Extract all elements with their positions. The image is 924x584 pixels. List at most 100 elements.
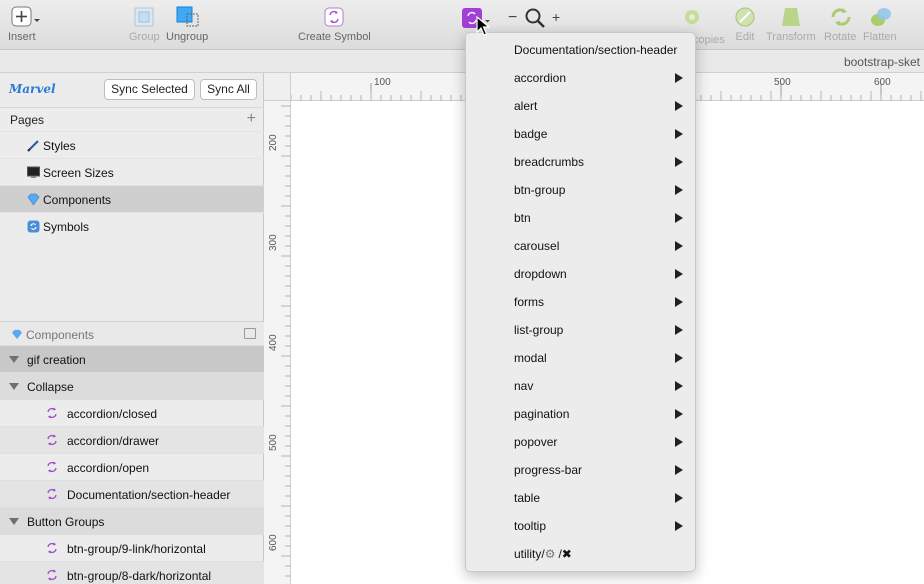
flatten-tool[interactable]: Flatten — [863, 6, 897, 43]
menu-item-label: nav — [514, 379, 534, 393]
pencil-icon — [27, 139, 40, 152]
menu-item[interactable]: pagination — [466, 400, 695, 428]
menu-item[interactable]: popover — [466, 428, 695, 456]
layer-group[interactable]: Button Groups — [0, 507, 264, 534]
flatten-icon — [869, 6, 891, 28]
ruler-label: 300 — [268, 234, 279, 251]
menu-item[interactable]: btn-group — [466, 176, 695, 204]
marvel-sync-row: Marvel Sync Selected Sync All — [0, 73, 264, 105]
disclosure-triangle-icon[interactable] — [9, 383, 19, 390]
menu-item-label: alert — [514, 99, 538, 113]
edit-icon — [734, 6, 756, 28]
add-page-icon[interactable]: + — [247, 110, 256, 128]
menu-item[interactable]: tooltip — [466, 512, 695, 540]
page-item-screen-sizes[interactable]: Screen Sizes — [0, 158, 264, 185]
disclosure-triangle-icon[interactable] — [9, 518, 19, 525]
submenu-arrow-icon — [675, 129, 683, 139]
ruler-label: 100 — [374, 77, 391, 88]
page-item-styles[interactable]: Styles — [0, 131, 264, 158]
transform-label: Transform — [766, 31, 816, 43]
layer-symbol[interactable]: accordion/open — [0, 453, 264, 480]
layer-group[interactable]: gif creation — [0, 345, 264, 372]
create-symbol-label: Create Symbol — [298, 31, 371, 43]
copies-tool[interactable]: copies — [681, 6, 725, 46]
disclosure-triangle-icon[interactable] — [9, 356, 19, 363]
create-symbol-tool[interactable]: Create Symbol — [298, 6, 371, 43]
menu-item[interactable]: carousel — [466, 232, 695, 260]
menu-item[interactable]: forms — [466, 288, 695, 316]
submenu-arrow-icon — [675, 381, 683, 391]
submenu-arrow-icon — [675, 241, 683, 251]
monitor-icon — [27, 166, 40, 179]
group-label: Group — [129, 31, 160, 43]
menu-item[interactable]: badge — [466, 120, 695, 148]
cross-icon: ✖ — [561, 547, 572, 561]
menu-item[interactable]: table — [466, 484, 695, 512]
toolbar: Insert Group Ungroup Create Symbol S − + — [0, 0, 924, 50]
layers-title: Components — [26, 328, 95, 342]
group-tool[interactable]: Group — [129, 6, 160, 43]
layer-label: btn-group/9-link/horizontal — [67, 542, 206, 556]
menu-item-label: table — [514, 491, 541, 505]
gem-icon — [11, 329, 23, 343]
ruler-label: 400 — [268, 334, 279, 351]
create-symbol-icon — [323, 6, 345, 28]
layer-label: btn-group/8-dark/horizontal — [67, 569, 212, 583]
layer-symbol[interactable]: Documentation/section-header — [0, 480, 264, 507]
document-title: bootstrap-sket — [843, 55, 920, 69]
symbol-instance-icon — [45, 406, 59, 420]
page-label: Symbols — [43, 220, 90, 234]
layer-symbol[interactable]: accordion/closed — [0, 399, 264, 426]
ungroup-tool[interactable]: Ungroup — [166, 6, 208, 43]
menu-item-label: progress-bar — [514, 463, 583, 477]
rotate-tool[interactable]: Rotate — [824, 6, 856, 43]
menu-item-utility[interactable]: utility/⚙/✖ — [466, 540, 695, 568]
menu-item[interactable]: nav — [466, 372, 695, 400]
transform-tool[interactable]: Transform — [766, 6, 816, 43]
edit-tool[interactable]: Edit — [734, 6, 756, 43]
menu-item[interactable]: modal — [466, 344, 695, 372]
symbol-instance-icon — [45, 487, 59, 501]
zoom-plus-label: + — [552, 9, 561, 25]
zoom-in-button[interactable]: + — [552, 9, 560, 25]
layer-label: Collapse — [27, 380, 74, 394]
page-item-symbols[interactable]: Symbols — [0, 212, 264, 239]
sync-all-button[interactable]: Sync All — [200, 79, 257, 100]
zoom-icon-button[interactable] — [524, 7, 546, 32]
menu-item[interactable]: dropdown — [466, 260, 695, 288]
menu-item-label: tooltip — [514, 519, 547, 533]
menu-item-label: modal — [514, 351, 547, 365]
submenu-arrow-icon — [675, 437, 683, 447]
symbols-insert-menu: Documentation/section-header accordion a… — [465, 32, 696, 572]
flatten-label: Flatten — [863, 31, 897, 43]
menu-item[interactable]: btn — [466, 204, 695, 232]
copies-icon — [681, 6, 703, 28]
menu-item[interactable]: Documentation/section-header — [466, 36, 695, 64]
menu-item[interactable]: breadcrumbs — [466, 148, 695, 176]
ruler-label: 500 — [774, 77, 791, 88]
menu-item-label: utility/⚙/✖ — [514, 547, 572, 561]
insert-plus-icon — [11, 6, 40, 28]
pages-header: Pages + — [0, 107, 264, 131]
vertical-ruler[interactable]: 200 300 400 500 600 — [264, 101, 291, 584]
layer-symbol[interactable]: btn-group/9-link/horizontal — [0, 534, 264, 561]
layer-group[interactable]: Collapse — [0, 372, 264, 399]
ruler-label: 200 — [268, 134, 279, 151]
layer-symbol[interactable]: btn-group/8-dark/horizontal — [0, 561, 264, 584]
layer-label: accordion/closed — [67, 407, 158, 421]
magnifier-icon — [524, 8, 546, 32]
symbol-icon — [27, 220, 40, 233]
insert-tool[interactable]: Insert — [8, 6, 40, 43]
submenu-arrow-icon — [675, 213, 683, 223]
menu-item[interactable]: list-group — [466, 316, 695, 344]
menu-item[interactable]: progress-bar — [466, 456, 695, 484]
zoom-out-button[interactable]: − — [508, 9, 517, 27]
page-item-components[interactable]: Components — [0, 185, 264, 212]
ruler-label: 600 — [268, 534, 279, 551]
collapse-groups-icon[interactable] — [244, 328, 256, 339]
layer-symbol[interactable]: accordion/drawer — [0, 426, 264, 453]
menu-item[interactable]: accordion — [466, 64, 695, 92]
menu-item[interactable]: alert — [466, 92, 695, 120]
sync-selected-button[interactable]: Sync Selected — [104, 79, 195, 100]
menu-item-label: dropdown — [514, 267, 567, 281]
